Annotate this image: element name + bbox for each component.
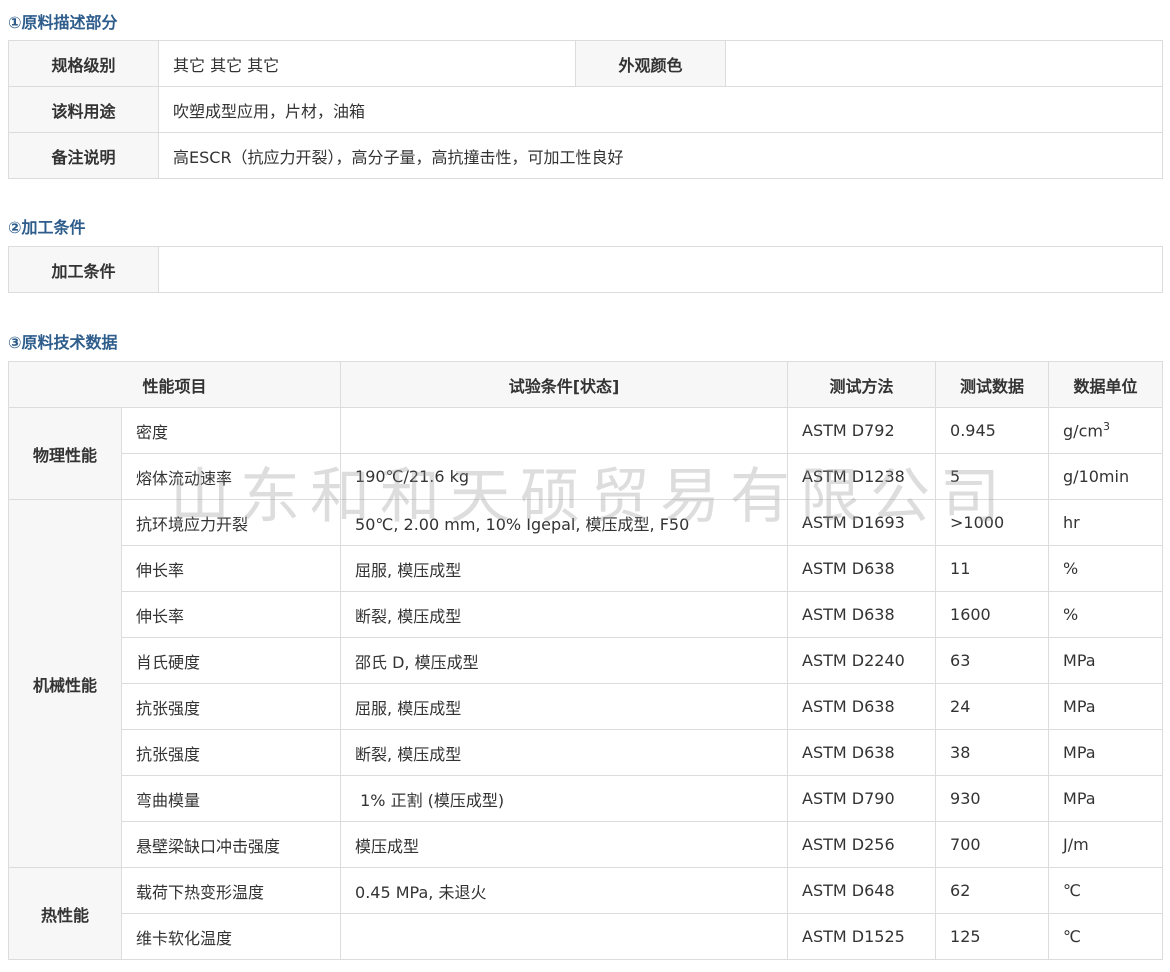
row-value: 700 bbox=[935, 821, 1050, 868]
row-condition: 1% 正割 (模压成型) bbox=[340, 775, 789, 822]
row-value: 38 bbox=[935, 729, 1050, 776]
row-condition: 断裂, 模压成型 bbox=[340, 729, 789, 776]
table-row: 热性能 载荷下热变形温度 0.45 MPa, 未退火 ASTM D648 62 … bbox=[8, 867, 1163, 960]
row-condition: 190℃/21.6 kg bbox=[340, 453, 789, 500]
table-row: 熔体流动速率 190℃/21.6 kg ASTM D1238 5 g/10min bbox=[9, 453, 1163, 500]
row-condition: 屈服, 模压成型 bbox=[340, 683, 789, 730]
row-unit: MPa bbox=[1048, 637, 1163, 684]
row-method: ASTM D2240 bbox=[787, 637, 937, 684]
table-row: 伸长率 屈服, 模压成型 ASTM D638 11 % bbox=[9, 545, 1163, 592]
technical-data-table: 性能项目 试验条件[状态] 测试方法 测试数据 数据单位 物理性能 密度 AST… bbox=[7, 361, 1163, 960]
row-value: 62 bbox=[935, 867, 1050, 914]
remarks-label: 备注说明 bbox=[8, 132, 159, 179]
row-method: ASTM D256 bbox=[787, 821, 937, 868]
unit-superscript: 3 bbox=[1102, 420, 1110, 434]
row-item: 密度 bbox=[120, 407, 342, 454]
row-unit: J/m bbox=[1048, 821, 1163, 868]
row-value: 125 bbox=[935, 913, 1050, 960]
row-item: 载荷下热变形温度 bbox=[120, 867, 342, 914]
table-row: 物理性能 密度 ASTM D792 0.945 g/cm3 bbox=[8, 407, 1163, 500]
row-value: >1000 bbox=[935, 499, 1050, 546]
row-value: 11 bbox=[935, 545, 1050, 592]
group-thermal: 热性能 bbox=[8, 867, 122, 960]
row-item: 熔体流动速率 bbox=[120, 453, 342, 500]
row-unit: hr bbox=[1048, 499, 1163, 546]
table-row: 悬壁梁缺口冲击强度 模压成型 ASTM D256 700 J/m bbox=[9, 821, 1163, 868]
row-method: ASTM D638 bbox=[787, 591, 937, 638]
row-unit: % bbox=[1048, 591, 1163, 638]
header-method: 测试方法 bbox=[787, 361, 937, 408]
row-item: 抗张强度 bbox=[120, 729, 342, 776]
row-value: 930 bbox=[935, 775, 1050, 822]
row-item: 伸长率 bbox=[120, 591, 342, 638]
row-value: 1600 bbox=[935, 591, 1050, 638]
row-method: ASTM D790 bbox=[787, 775, 937, 822]
table-row: 维卡软化温度 ASTM D1525 125 ℃ bbox=[9, 913, 1163, 960]
row-method: ASTM D1693 bbox=[787, 499, 937, 546]
section-title-processing: ②加工条件 bbox=[8, 218, 86, 237]
header-value: 测试数据 bbox=[935, 361, 1050, 408]
header-unit: 数据单位 bbox=[1048, 361, 1163, 408]
unit-text: g/cm bbox=[1063, 421, 1103, 441]
section-title-technical: ③原料技术数据 bbox=[8, 333, 118, 352]
row-unit: g/cm3 bbox=[1048, 407, 1163, 454]
row-condition: 屈服, 模压成型 bbox=[340, 545, 789, 592]
row-item: 抗张强度 bbox=[120, 683, 342, 730]
remarks-value: 高ESCR（抗应力开裂），高分子量，高抗撞击性，可加工性良好 bbox=[158, 132, 1163, 179]
table-row: 伸长率 断裂, 模压成型 ASTM D638 1600 % bbox=[9, 591, 1163, 638]
table-row: 抗张强度 屈服, 模压成型 ASTM D638 24 MPa bbox=[9, 683, 1163, 730]
group-physical: 物理性能 bbox=[8, 407, 122, 500]
table-row: 抗张强度 断裂, 模压成型 ASTM D638 38 MPa bbox=[9, 729, 1163, 776]
row-unit: ℃ bbox=[1048, 867, 1163, 914]
row-unit: % bbox=[1048, 545, 1163, 592]
row-unit: ℃ bbox=[1048, 913, 1163, 960]
processing-table: 加工条件 bbox=[8, 246, 1163, 293]
row-unit: MPa bbox=[1048, 729, 1163, 776]
row-method: ASTM D638 bbox=[787, 683, 937, 730]
group-mechanical: 机械性能 bbox=[8, 499, 122, 868]
row-condition bbox=[340, 913, 789, 960]
grade-label: 规格级别 bbox=[8, 40, 159, 87]
row-unit: g/10min bbox=[1048, 453, 1163, 500]
row-unit: MPa bbox=[1048, 683, 1163, 730]
row-value: 0.945 bbox=[935, 407, 1050, 454]
row-item: 伸长率 bbox=[120, 545, 342, 592]
row-method: ASTM D792 bbox=[787, 407, 937, 454]
row-condition bbox=[340, 407, 789, 454]
grade-value: 其它 其它 其它 bbox=[158, 40, 576, 87]
processing-label: 加工条件 bbox=[8, 246, 159, 293]
table-row: 机械性能 抗环境应力开裂 50℃, 2.00 mm, 10% Igepal, 模… bbox=[8, 499, 1163, 868]
row-value: 63 bbox=[935, 637, 1050, 684]
row-item: 悬壁梁缺口冲击强度 bbox=[120, 821, 342, 868]
description-table: 规格级别 其它 其它 其它 外观颜色 该料用途 吹塑成型应用，片材，油箱 备注说… bbox=[8, 40, 1163, 179]
row-condition: 断裂, 模压成型 bbox=[340, 591, 789, 638]
row-item: 维卡软化温度 bbox=[120, 913, 342, 960]
row-value: 24 bbox=[935, 683, 1050, 730]
row-condition: 模压成型 bbox=[340, 821, 789, 868]
processing-value bbox=[158, 246, 1163, 293]
row-method: ASTM D648 bbox=[787, 867, 937, 914]
row-condition: 0.45 MPa, 未退火 bbox=[340, 867, 789, 914]
row-item: 弯曲模量 bbox=[120, 775, 342, 822]
row-method: ASTM D638 bbox=[787, 729, 937, 776]
header-condition: 试验条件[状态] bbox=[340, 361, 789, 408]
section-title-description: ①原料描述部分 bbox=[8, 13, 118, 32]
row-condition: 50℃, 2.00 mm, 10% Igepal, 模压成型, F50 bbox=[340, 499, 789, 546]
row-item: 抗环境应力开裂 bbox=[120, 499, 342, 546]
row-method: ASTM D1525 bbox=[787, 913, 937, 960]
header-property: 性能项目 bbox=[7, 361, 342, 408]
appearance-value bbox=[725, 40, 1163, 87]
row-condition: 邵氏 D, 模压成型 bbox=[340, 637, 789, 684]
row-unit: MPa bbox=[1048, 775, 1163, 822]
row-method: ASTM D638 bbox=[787, 545, 937, 592]
row-value: 5 bbox=[935, 453, 1050, 500]
usage-value: 吹塑成型应用，片材，油箱 bbox=[158, 86, 1163, 133]
row-item: 肖氏硬度 bbox=[120, 637, 342, 684]
table-row: 弯曲模量 1% 正割 (模压成型) ASTM D790 930 MPa bbox=[9, 775, 1163, 822]
appearance-label: 外观颜色 bbox=[575, 40, 726, 87]
table-row: 肖氏硬度 邵氏 D, 模压成型 ASTM D2240 63 MPa bbox=[9, 637, 1163, 684]
usage-label: 该料用途 bbox=[8, 86, 159, 133]
row-method: ASTM D1238 bbox=[787, 453, 937, 500]
